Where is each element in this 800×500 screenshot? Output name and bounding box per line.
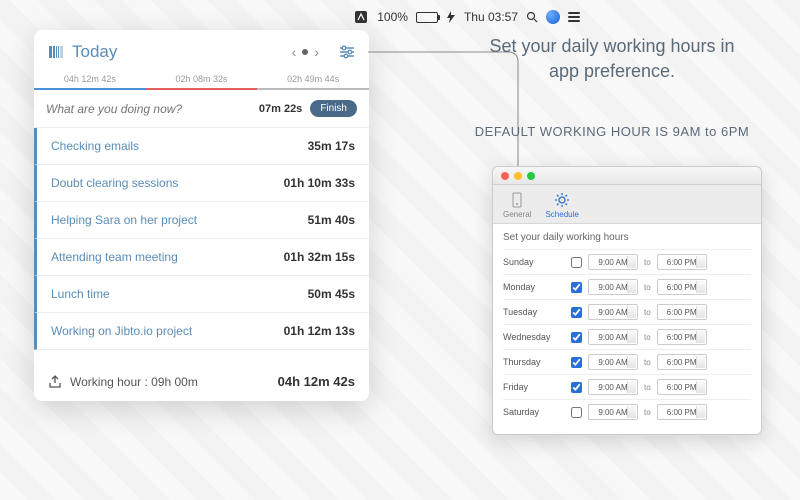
segment[interactable]: 02h 49m 44s xyxy=(257,70,369,90)
gear-icon xyxy=(553,191,571,209)
window-titlebar[interactable] xyxy=(493,167,761,185)
from-time-field[interactable]: 9:00 AM xyxy=(588,354,638,370)
export-icon[interactable] xyxy=(48,375,62,389)
task-duration: 01h 10m 33s xyxy=(284,176,355,190)
day-enabled-checkbox[interactable] xyxy=(571,382,582,393)
to-time-field[interactable]: 6:00 PM xyxy=(657,279,707,295)
task-name: Helping Sara on her project xyxy=(51,213,197,227)
day-row: Wednesday 9:00 AM to 6:00 PM xyxy=(503,324,751,349)
battery-percent: 100% xyxy=(377,10,408,24)
to-time-field[interactable]: 6:00 PM xyxy=(657,304,707,320)
day-enabled-checkbox[interactable] xyxy=(571,407,582,418)
menubar-clock: Thu 03:57 xyxy=(464,10,518,24)
day-row: Friday 9:00 AM to 6:00 PM xyxy=(503,374,751,399)
task-duration: 01h 12m 13s xyxy=(284,324,355,338)
day-name: Thursday xyxy=(503,357,565,367)
working-hour-label: Working hour : 09h 00m xyxy=(70,375,198,389)
power-icon xyxy=(446,11,456,23)
to-label: to xyxy=(644,408,651,417)
to-time-field[interactable]: 6:00 PM xyxy=(657,404,707,420)
today-dot-button[interactable] xyxy=(302,49,308,55)
settings-icon[interactable] xyxy=(339,45,355,59)
to-time-field[interactable]: 6:00 PM xyxy=(657,329,707,345)
tab-general[interactable]: General xyxy=(503,191,531,219)
day-row: Sunday 9:00 AM to 6:00 PM xyxy=(503,249,751,274)
day-enabled-checkbox[interactable] xyxy=(571,332,582,343)
next-day-button[interactable]: › xyxy=(314,44,319,60)
day-enabled-checkbox[interactable] xyxy=(571,282,582,293)
popover-title: Today xyxy=(48,42,117,62)
to-time-field[interactable]: 6:00 PM xyxy=(657,379,707,395)
day-name: Friday xyxy=(503,382,565,392)
battery-icon xyxy=(416,12,438,23)
task-duration: 35m 17s xyxy=(308,139,355,153)
to-label: to xyxy=(644,258,651,267)
task-row[interactable]: Attending team meeting 01h 32m 15s xyxy=(34,239,369,276)
from-time-field[interactable]: 9:00 AM xyxy=(588,304,638,320)
menubar: 100% Thu 03:57 xyxy=(353,6,580,28)
day-row: Monday 9:00 AM to 6:00 PM xyxy=(503,274,751,299)
general-icon xyxy=(508,191,526,209)
total-time: 04h 12m 42s xyxy=(278,374,355,389)
prev-day-button[interactable]: ‹ xyxy=(292,44,297,60)
task-name: Attending team meeting xyxy=(51,250,178,264)
to-time-field[interactable]: 6:00 PM xyxy=(657,354,707,370)
from-time-field[interactable]: 9:00 AM xyxy=(588,279,638,295)
spotlight-icon[interactable] xyxy=(526,11,538,23)
today-popover: Today ‹ › 04h 12m 42s 02h 08m 32s 02h 49… xyxy=(34,30,369,401)
from-time-field[interactable]: 9:00 AM xyxy=(588,404,638,420)
task-name: Lunch time xyxy=(51,287,110,301)
to-label: to xyxy=(644,308,651,317)
promo-headline: Set your daily working hours in app pref… xyxy=(472,34,752,84)
to-time-field[interactable]: 6:00 PM xyxy=(657,254,707,270)
minimize-window-button[interactable] xyxy=(514,172,522,180)
task-row[interactable]: Doubt clearing sessions 01h 10m 33s xyxy=(34,165,369,202)
task-row[interactable]: Lunch time 50m 45s xyxy=(34,276,369,313)
task-row[interactable]: Working on Jibto.io project 01h 12m 13s xyxy=(34,313,369,350)
day-name: Sunday xyxy=(503,257,565,267)
task-name: Doubt clearing sessions xyxy=(51,176,178,190)
app-tray-icon[interactable] xyxy=(353,9,369,25)
to-label: to xyxy=(644,358,651,367)
from-time-field[interactable]: 9:00 AM xyxy=(588,329,638,345)
segment[interactable]: 02h 08m 32s xyxy=(146,70,258,90)
pref-heading: Set your daily working hours xyxy=(503,232,751,243)
tab-schedule[interactable]: Schedule xyxy=(545,191,578,219)
finish-button[interactable]: Finish xyxy=(310,100,357,117)
from-time-field[interactable]: 9:00 AM xyxy=(588,254,638,270)
day-enabled-checkbox[interactable] xyxy=(571,307,582,318)
task-name: Working on Jibto.io project xyxy=(51,324,192,338)
notification-center-icon[interactable] xyxy=(568,12,580,22)
day-row: Tuesday 9:00 AM to 6:00 PM xyxy=(503,299,751,324)
from-time-field[interactable]: 9:00 AM xyxy=(588,379,638,395)
current-task-input[interactable] xyxy=(46,102,251,116)
task-duration: 51m 40s xyxy=(308,213,355,227)
day-name: Saturday xyxy=(503,407,565,417)
day-row: Saturday 9:00 AM to 6:00 PM xyxy=(503,399,751,424)
to-label: to xyxy=(644,333,651,342)
task-row[interactable]: Helping Sara on her project 51m 40s xyxy=(34,202,369,239)
day-name: Tuesday xyxy=(503,307,565,317)
calendar-icon xyxy=(48,44,64,60)
siri-icon[interactable] xyxy=(546,10,560,24)
to-label: to xyxy=(644,283,651,292)
day-name: Wednesday xyxy=(503,332,565,342)
segment[interactable]: 04h 12m 42s xyxy=(34,70,146,90)
time-segments: 04h 12m 42s 02h 08m 32s 02h 49m 44s xyxy=(34,70,369,90)
close-window-button[interactable] xyxy=(501,172,509,180)
preferences-window: General Schedule Set your daily working … xyxy=(492,166,762,435)
task-name: Checking emails xyxy=(51,139,139,153)
task-duration: 50m 45s xyxy=(308,287,355,301)
task-duration: 01h 32m 15s xyxy=(284,250,355,264)
day-name: Monday xyxy=(503,282,565,292)
current-task-timer: 07m 22s xyxy=(259,103,302,115)
day-enabled-checkbox[interactable] xyxy=(571,257,582,268)
zoom-window-button[interactable] xyxy=(527,172,535,180)
day-row: Thursday 9:00 AM to 6:00 PM xyxy=(503,349,751,374)
task-list: Checking emails 35m 17s Doubt clearing ses… xyxy=(34,128,369,350)
day-enabled-checkbox[interactable] xyxy=(571,357,582,368)
to-label: to xyxy=(644,383,651,392)
task-row[interactable]: Checking emails 35m 17s xyxy=(34,128,369,165)
promo-subhead: DEFAULT WORKING HOUR IS 9AM to 6PM xyxy=(472,124,752,139)
